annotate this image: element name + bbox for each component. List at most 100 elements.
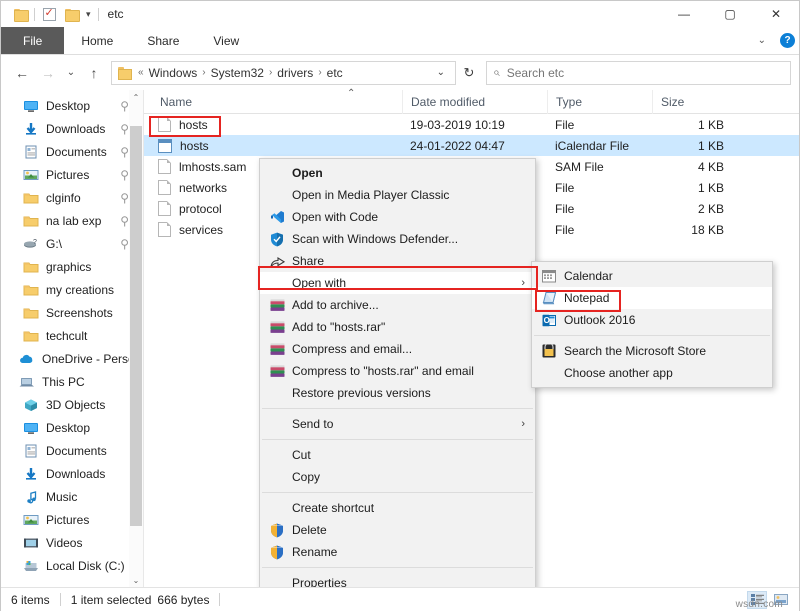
tab-home[interactable]: Home bbox=[64, 27, 130, 54]
menu-item-label: Compress to "hosts.rar" and email bbox=[292, 364, 474, 378]
menu-item-restore-previous-versions[interactable]: Restore previous versions bbox=[260, 382, 535, 404]
menu-item-send-to[interactable]: Send to› bbox=[260, 413, 535, 435]
breadcrumb-sep-3[interactable]: › bbox=[315, 67, 324, 78]
column-header-type[interactable]: Type bbox=[547, 90, 652, 114]
navigation-scrollbar[interactable]: ⌃ ⌄ bbox=[129, 90, 143, 587]
sidebar-item-onedrive-person[interactable]: OneDrive - Person bbox=[1, 347, 143, 370]
pin-icon[interactable]: ⚲ bbox=[120, 145, 129, 159]
sidebar-item-graphics[interactable]: graphics bbox=[1, 255, 143, 278]
submenu-item-calendar[interactable]: Calendar bbox=[532, 265, 772, 287]
menu-item-compress-to-hosts-rar-and-email[interactable]: Compress to "hosts.rar" and email bbox=[260, 360, 535, 382]
qat-new-folder-icon[interactable] bbox=[60, 3, 82, 25]
column-header-date[interactable]: Date modified bbox=[402, 90, 547, 114]
close-button[interactable]: ✕ bbox=[753, 1, 799, 27]
menu-item-open-with[interactable]: Open with› bbox=[260, 272, 535, 294]
qat-folder-icon[interactable] bbox=[9, 3, 31, 25]
breadcrumb-item-drivers[interactable]: drivers bbox=[275, 66, 315, 80]
breadcrumb-item-windows[interactable]: Windows bbox=[147, 66, 200, 80]
breadcrumb-item-etc[interactable]: etc bbox=[325, 66, 345, 80]
menu-item-add-to-archive[interactable]: Add to archive... bbox=[260, 294, 535, 316]
file-name-label: protocol bbox=[179, 202, 222, 216]
menu-item-open[interactable]: Open bbox=[260, 162, 535, 184]
menu-item-create-shortcut[interactable]: Create shortcut bbox=[260, 497, 535, 519]
sidebar-item-this-pc[interactable]: This PC bbox=[1, 370, 143, 393]
sidebar-item-desktop[interactable]: Desktop⚲ bbox=[1, 94, 143, 117]
breadcrumb-dropdown-icon[interactable]: ⌄ bbox=[431, 67, 451, 78]
sidebar-item-screenshots[interactable]: Screenshots bbox=[1, 301, 143, 324]
sidebar-item-techcult[interactable]: techcult bbox=[1, 324, 143, 347]
menu-item-label: Compress and email... bbox=[292, 342, 412, 356]
sidebar-item-g[interactable]: ?G:\⚲ bbox=[1, 232, 143, 255]
menu-item-compress-and-email[interactable]: Compress and email... bbox=[260, 338, 535, 360]
forward-button[interactable]: → bbox=[35, 60, 61, 86]
column-header-name[interactable]: Name bbox=[144, 90, 402, 114]
menu-item-cut[interactable]: Cut bbox=[260, 444, 535, 466]
sidebar-item-downloads[interactable]: Downloads⚲ bbox=[1, 117, 143, 140]
menu-item-add-to-hosts-rar[interactable]: Add to "hosts.rar" bbox=[260, 316, 535, 338]
menu-item-delete[interactable]: Delete bbox=[260, 519, 535, 541]
sidebar-item-desktop[interactable]: Desktop bbox=[1, 416, 143, 439]
file-name-cell[interactable]: hosts bbox=[144, 139, 402, 153]
search-icon: ⌕ bbox=[493, 65, 500, 80]
submenu-item-search-the-microsoft-store[interactable]: Search the Microsoft Store bbox=[532, 340, 772, 362]
scroll-down-icon[interactable]: ⌄ bbox=[129, 573, 143, 587]
pin-icon[interactable]: ⚲ bbox=[120, 99, 129, 113]
column-header-size[interactable]: Size bbox=[652, 90, 730, 114]
recent-locations-button[interactable]: ⌄ bbox=[61, 60, 81, 86]
menu-item-label: Create shortcut bbox=[292, 501, 374, 515]
file-name-label: networks bbox=[179, 181, 227, 195]
sidebar-item-na-lab-exp[interactable]: na lab exp ⚲ bbox=[1, 209, 143, 232]
pin-icon[interactable]: ⚲ bbox=[120, 122, 129, 136]
menu-item-rename[interactable]: Rename bbox=[260, 541, 535, 563]
table-row[interactable]: hosts24-01-2022 04:47iCalendar File1 KB bbox=[144, 135, 799, 156]
sidebar-item-downloads[interactable]: Downloads bbox=[1, 462, 143, 485]
scrollbar-thumb[interactable] bbox=[130, 126, 142, 526]
sidebar-item-pictures[interactable]: Pictures⚲ bbox=[1, 163, 143, 186]
help-icon[interactable]: ? bbox=[780, 33, 795, 48]
qat-dropdown-caret[interactable]: ▾ bbox=[82, 9, 95, 20]
file-name-cell[interactable]: hosts bbox=[144, 117, 402, 132]
pin-icon[interactable]: ⚲ bbox=[120, 191, 129, 205]
sidebar-item-music[interactable]: Music bbox=[1, 485, 143, 508]
sidebar-item-label: 3D Objects bbox=[46, 398, 105, 412]
sidebar-item-pictures[interactable]: Pictures bbox=[1, 508, 143, 531]
refresh-button[interactable]: ↻ bbox=[456, 61, 482, 85]
scroll-up-icon[interactable]: ⌃ bbox=[129, 90, 143, 104]
sidebar-item-my-creations[interactable]: my creations bbox=[1, 278, 143, 301]
sidebar-item-videos[interactable]: Videos bbox=[1, 531, 143, 554]
menu-item-open-in-media-player-classic[interactable]: Open in Media Player Classic bbox=[260, 184, 535, 206]
back-button[interactable]: ← bbox=[9, 60, 35, 86]
pin-icon[interactable]: ⚲ bbox=[120, 214, 129, 228]
tab-file[interactable]: File bbox=[1, 27, 64, 54]
breadcrumb-sep-2[interactable]: › bbox=[266, 67, 275, 78]
menu-item-share[interactable]: Share bbox=[260, 250, 535, 272]
menu-item-open-with-code[interactable]: Open with Code bbox=[260, 206, 535, 228]
menu-item-scan-with-windows-defender[interactable]: Scan with Windows Defender... bbox=[260, 228, 535, 250]
tab-share[interactable]: Share bbox=[130, 27, 196, 54]
minimize-button[interactable]: — bbox=[661, 1, 707, 27]
menu-item-copy[interactable]: Copy bbox=[260, 466, 535, 488]
search-input[interactable]: Search etc bbox=[507, 66, 564, 80]
sidebar-item-local-disk-c[interactable]: Local Disk (C:) bbox=[1, 554, 143, 577]
sidebar-item-label: na lab exp bbox=[46, 214, 101, 228]
pin-icon[interactable]: ⚲ bbox=[120, 237, 129, 251]
breadcrumb-item-system32[interactable]: System32 bbox=[209, 66, 266, 80]
up-button[interactable]: ↑ bbox=[81, 60, 107, 86]
submenu-item-notepad[interactable]: Notepad bbox=[532, 287, 772, 309]
submenu-item-choose-another-app[interactable]: Choose another app bbox=[532, 362, 772, 384]
sidebar-item-documents[interactable]: Documents⚲ bbox=[1, 140, 143, 163]
qat-properties-icon[interactable] bbox=[38, 3, 60, 25]
tab-view[interactable]: View bbox=[196, 27, 256, 54]
table-row[interactable]: hosts19-03-2019 10:19File1 KB bbox=[144, 114, 799, 135]
sidebar-item-3d-objects[interactable]: 3D Objects bbox=[1, 393, 143, 416]
submenu-item-outlook-2016[interactable]: OOutlook 2016 bbox=[532, 309, 772, 331]
sidebar-item-documents[interactable]: Documents bbox=[1, 439, 143, 462]
file-date-cell: 19-03-2019 10:19 bbox=[402, 118, 547, 132]
sidebar-item-clginfo[interactable]: clginfo⚲ bbox=[1, 186, 143, 209]
breadcrumb-sep-1[interactable]: › bbox=[199, 67, 208, 78]
chevron-down-icon[interactable]: ⌄ bbox=[752, 35, 772, 46]
breadcrumb[interactable]: « Windows › System32 › drivers › etc ⌄ bbox=[111, 61, 456, 85]
pin-icon[interactable]: ⚲ bbox=[120, 168, 129, 182]
search-box[interactable]: ⌕ Search etc bbox=[486, 61, 791, 85]
maximize-button[interactable]: ▢ bbox=[707, 1, 753, 27]
